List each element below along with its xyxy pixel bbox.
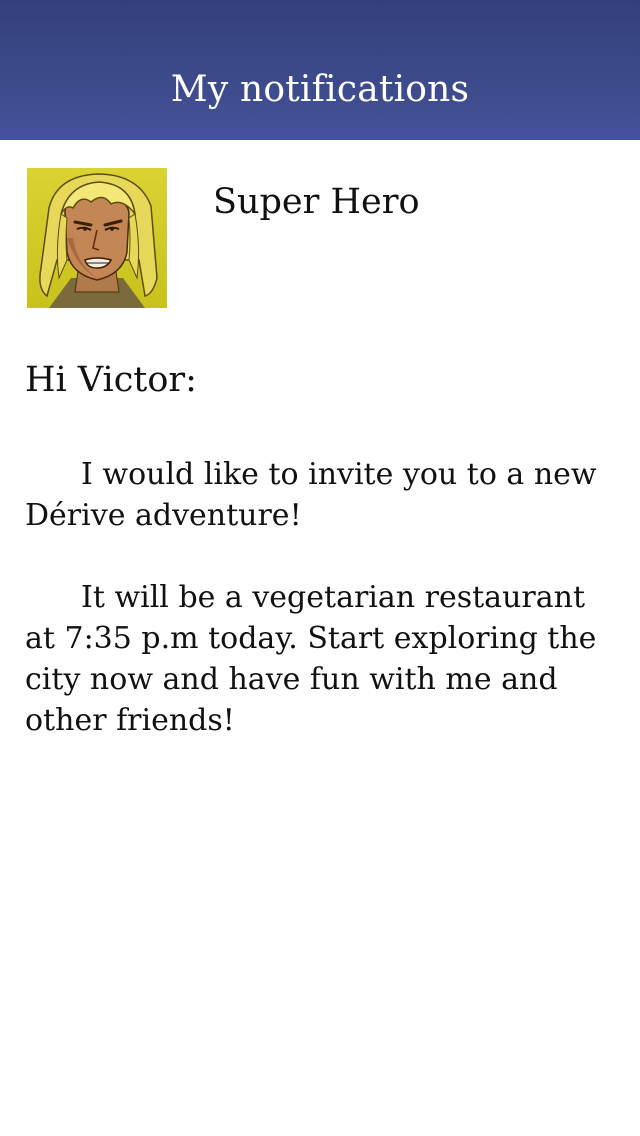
page-title: My notifications [170,69,470,110]
top-navigation-bar: My notifications [0,0,640,140]
message-paragraph: It will be a vegetarian restaurant at 7:… [25,580,597,738]
sender-name: Super Hero [213,182,420,222]
notification-message: Hi Victor: I would like to invite you to… [25,356,615,741]
message-paragraph: I would like to invite you to a new Déri… [25,457,597,533]
sender-avatar [27,168,167,308]
hero-avatar-icon [27,168,167,308]
greeting: Hi Victor: [25,360,197,400]
